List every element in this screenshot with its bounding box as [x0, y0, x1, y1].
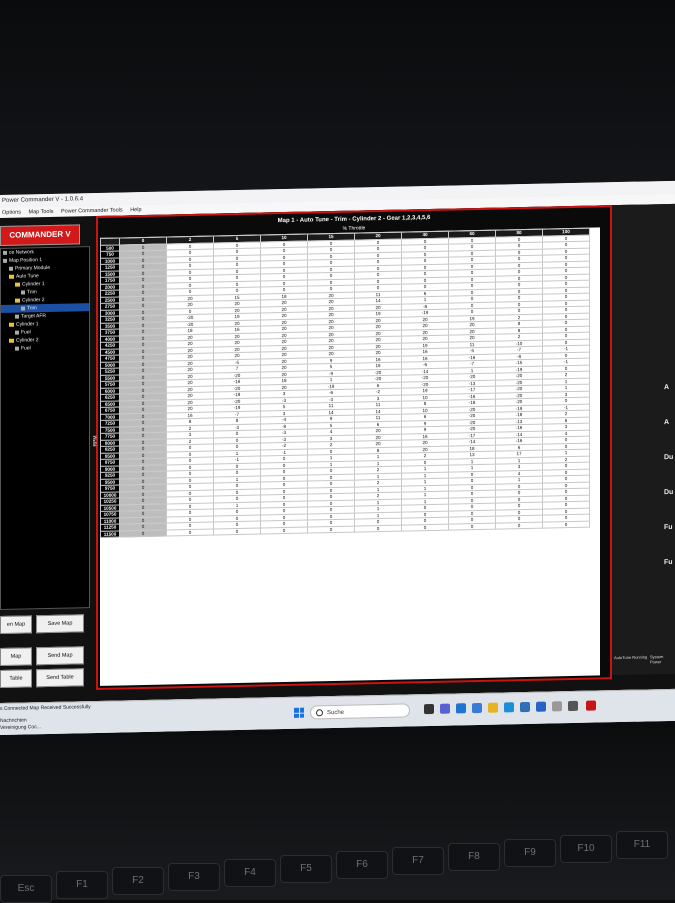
mail-icon[interactable] [536, 701, 546, 712]
keyboard-key: F1 [56, 871, 108, 899]
keyboard-key: F11 [616, 831, 668, 859]
keyboard: Esc F1 F2 F3 F4 F5 F6 F7 F8 F9 F10 F11 [0, 735, 675, 903]
item-icon [9, 266, 13, 271]
tree-item-label: Fuel [21, 329, 31, 336]
search-placeholder: Suche [327, 709, 345, 717]
keyboard-key: F10 [560, 835, 612, 863]
outlook-icon[interactable] [456, 703, 466, 714]
item-icon [3, 258, 7, 263]
map-cell[interactable]: 0 [495, 521, 543, 530]
system-power-status: System Power [650, 654, 664, 665]
keyboard-key: F5 [280, 855, 332, 883]
app-body: COMMANDER V ce Network Map Position 1 Prim… [0, 203, 675, 703]
right-label: Du [664, 453, 674, 462]
right-label: Fu [664, 523, 673, 532]
keyboard-key: F6 [336, 851, 388, 879]
menu-pc-tools[interactable]: Power Commander Tools [61, 207, 123, 214]
right-label: Fu [664, 558, 673, 567]
folder-icon [15, 298, 20, 303]
right-panel: A A Du Du Fu Fu AutoTune Running System … [612, 203, 675, 676]
map-cell[interactable]: 0 [119, 529, 167, 537]
tree-item-label: Primary Module [15, 264, 51, 272]
tree-item-label: Target AFR [21, 313, 47, 320]
map-grid-container: 0 2 5 10 15 20 40 60 80 100 500 0 0 0 0 0 0 0 0 0 0 750 0 0 0 0 0 0… [100, 227, 600, 686]
tree-item-label: Cylinder 2 [22, 297, 45, 304]
folder-icon [9, 322, 14, 327]
map-cell[interactable]: 0 [307, 525, 355, 534]
menu-help[interactable]: Help [130, 207, 141, 213]
map-cell[interactable]: 0 [448, 522, 496, 531]
screen: Power Commander V - 1.0.6.4 Options Map … [0, 180, 675, 735]
music-icon[interactable] [552, 701, 562, 712]
status-text: s Connected Map Received Successfully [0, 704, 91, 712]
taskbar-search-input[interactable]: Suche [310, 703, 410, 720]
teams-icon[interactable] [440, 703, 450, 714]
task-view-icon[interactable] [424, 703, 434, 715]
keyboard-key: F7 [392, 847, 444, 875]
tree-item[interactable]: Fuel [1, 343, 89, 353]
keyboard-key: F4 [224, 859, 276, 887]
item-icon [15, 330, 19, 335]
tree-item-label: Cylinder 1 [16, 321, 39, 328]
item-icon [3, 250, 7, 255]
news-widget[interactable]: Nachrichten Vereinigung Coc... [0, 717, 41, 732]
news-line-2: Vereinigung Coc... [0, 724, 41, 731]
item-icon [15, 346, 19, 351]
map-grid[interactable]: 0 2 5 10 15 20 40 60 80 100 500 0 0 0 0 0 0 0 0 0 0 750 0 0 0 0 0 0… [100, 228, 590, 538]
right-label: Du [664, 488, 674, 497]
rpm-row-header: 11500 [100, 530, 120, 538]
get-map-button[interactable]: Map [0, 647, 32, 666]
windows-start-icon[interactable] [294, 707, 304, 718]
right-label: A [664, 383, 670, 392]
item-icon [15, 314, 19, 319]
item-icon [21, 290, 25, 295]
tree-item-label: Fuel [21, 345, 31, 352]
media-icon[interactable] [568, 700, 578, 712]
tree-item-label: Cylinder 1 [22, 281, 45, 288]
send-table-button[interactable]: Send Table [36, 668, 84, 688]
tree-item-label: ce Network [9, 249, 35, 256]
menu-options[interactable]: Options [2, 210, 21, 216]
map-cell[interactable]: 0 [542, 520, 590, 529]
map-cell[interactable]: 0 [354, 524, 402, 533]
tree-item-label: Map Position 1 [9, 257, 43, 264]
tree-item-label: Auto Tune [16, 273, 39, 280]
right-label: A [664, 418, 670, 427]
map-cell[interactable]: 0 [260, 526, 308, 535]
tree-item-label: Trim [27, 305, 37, 312]
keyboard-key: F9 [504, 839, 556, 867]
get-table-button[interactable]: Table [0, 669, 32, 688]
device-tree[interactable]: ce Network Map Position 1 Primary Module Au… [0, 246, 90, 611]
send-map-button[interactable]: Send Map [36, 646, 84, 666]
open-map-button[interactable]: en Map [0, 615, 32, 634]
save-map-button[interactable]: Save Map [36, 614, 84, 634]
map-cell[interactable]: 0 [401, 523, 449, 532]
rpm-axis-label: RPM [92, 435, 99, 447]
keyboard-key: F3 [168, 863, 220, 891]
power-commander-taskbar-icon[interactable] [586, 700, 596, 711]
map-cell[interactable]: 0 [213, 527, 261, 536]
item-icon [21, 306, 25, 311]
keyboard-key: Esc [0, 875, 52, 903]
keyboard-key: F2 [112, 867, 164, 895]
app-logo: COMMANDER V [0, 224, 80, 246]
app-icon[interactable] [472, 702, 482, 714]
folder-icon [9, 338, 14, 343]
store-icon[interactable] [520, 701, 530, 713]
folder-icon [15, 282, 20, 287]
folder-icon [9, 274, 14, 279]
autotune-status: AutoTune Running [614, 654, 648, 661]
monitor-bezel [0, 0, 675, 195]
edge-icon[interactable] [504, 702, 514, 713]
tree-item-label: Trim [27, 289, 37, 296]
map-panel: Map 1 - Auto Tune - Trim - Cylinder 2 - … [92, 205, 612, 690]
file-explorer-icon[interactable] [488, 702, 498, 713]
map-cell[interactable]: 0 [166, 528, 214, 537]
search-icon [316, 709, 323, 717]
menu-map-tools[interactable]: Map Tools [29, 209, 54, 216]
tree-item-label: Cylinder 2 [16, 337, 39, 344]
keyboard-key: F8 [448, 843, 500, 871]
